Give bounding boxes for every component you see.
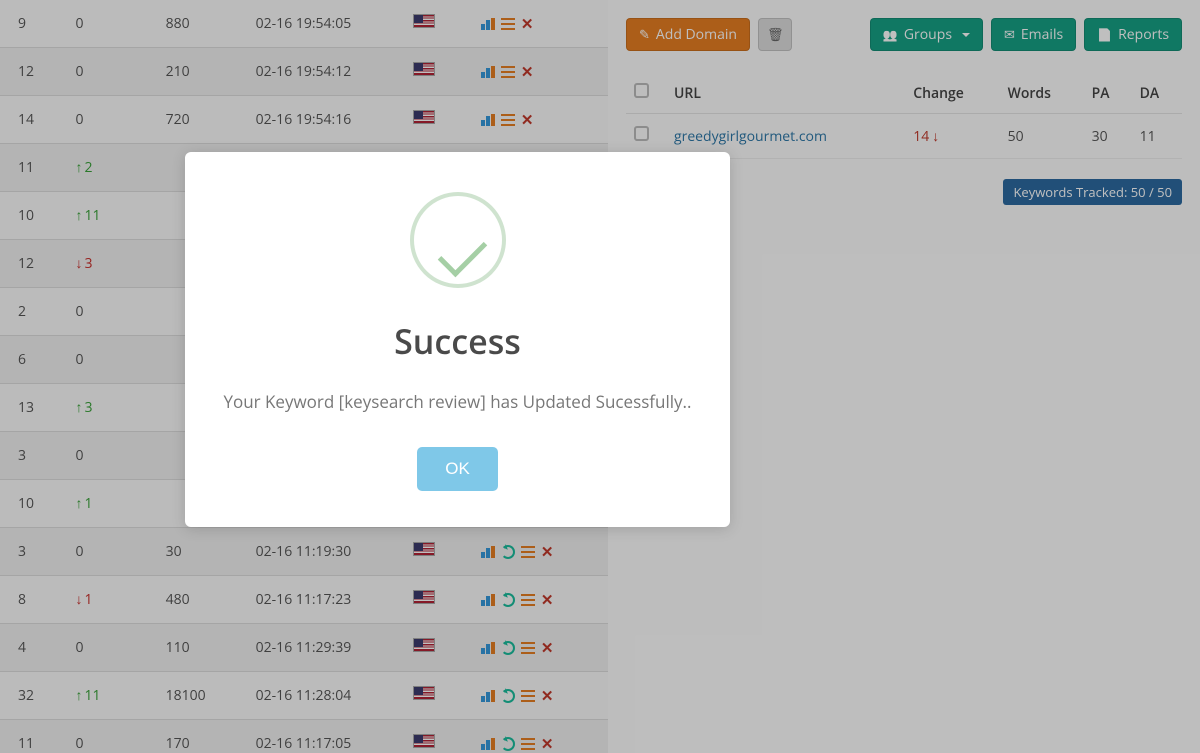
modal-message: Your Keyword [keysearch review] has Upda… <box>215 390 700 413</box>
success-modal: Success Your Keyword [keysearch review] … <box>185 152 730 527</box>
ok-button[interactable]: OK <box>417 447 498 491</box>
modal-title: Success <box>215 318 700 364</box>
check-icon <box>410 192 506 288</box>
